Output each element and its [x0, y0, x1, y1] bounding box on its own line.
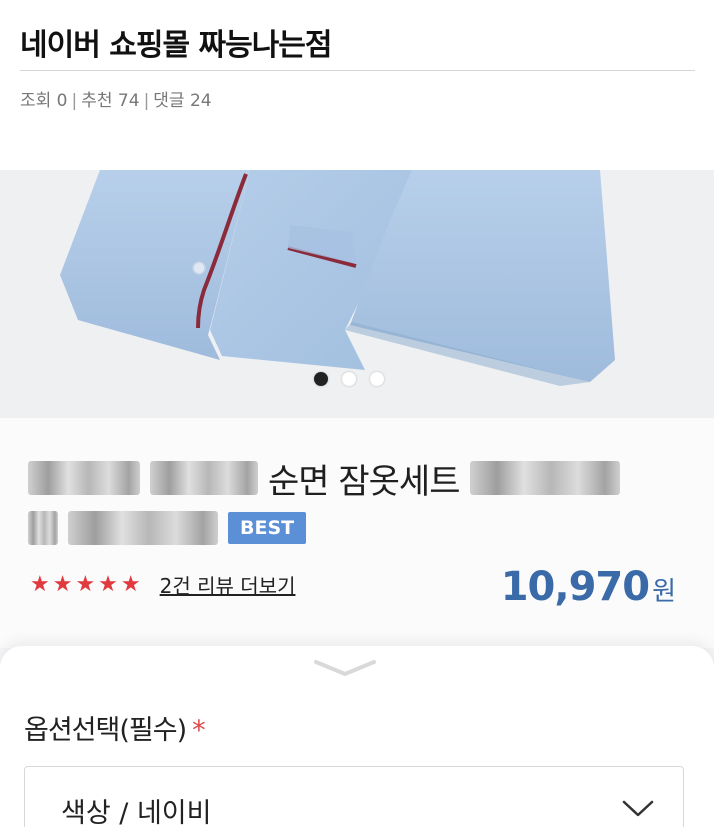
censored-text	[28, 461, 140, 495]
option-select[interactable]: 색상 / 네이비	[24, 766, 684, 827]
product-image	[0, 170, 714, 418]
chevron-down-icon	[622, 800, 654, 817]
option-label: 옵션선택(필수) *	[24, 708, 206, 747]
meta-separator: |	[143, 91, 150, 111]
chevron-down-icon[interactable]	[312, 656, 378, 680]
views-count: 조회 0	[20, 91, 68, 111]
carousel-dot[interactable]	[342, 372, 356, 386]
censored-text	[28, 511, 58, 545]
review-link[interactable]: 2건 리뷰 더보기	[160, 570, 296, 599]
price-value: 10,970	[500, 564, 650, 610]
censored-text	[150, 461, 258, 495]
carousel-dot[interactable]	[314, 372, 328, 386]
rating-row: ★★★★★ 2건 리뷰 더보기	[30, 570, 295, 599]
shirt-button	[192, 261, 206, 275]
censored-text	[469, 461, 620, 495]
meta-separator: |	[71, 91, 78, 111]
option-label-text: 옵션선택(필수)	[24, 715, 187, 746]
star-rating: ★★★★★	[30, 572, 144, 597]
required-mark: *	[192, 715, 205, 746]
embedded-shop-screenshot: 순면 잠옷세트 BEST ★★★★★ 2건 리뷰 더보기 10,970 원 옵션…	[0, 170, 714, 827]
post-title: 네이버 쇼핑몰 짜능나는점	[20, 28, 333, 63]
option-selected-value: 색상 / 네이비	[61, 798, 212, 827]
best-badge: BEST	[228, 512, 307, 544]
price-unit: 원	[652, 577, 676, 607]
option-panel: 옵션선택(필수) * 색상 / 네이비	[0, 646, 714, 827]
product-name-line-2: BEST	[28, 506, 307, 550]
product-name: 순면 잠옷세트	[268, 461, 460, 502]
title-divider	[20, 70, 695, 71]
price: 10,970 원	[501, 564, 676, 610]
carousel-dot[interactable]	[370, 372, 384, 386]
product-info: 순면 잠옷세트 BEST ★★★★★ 2건 리뷰 더보기 10,970 원	[0, 418, 714, 648]
recommend-count: 추천 74	[81, 91, 140, 111]
post-header: 네이버 쇼핑몰 짜능나는점 조회 0 | 추천 74 | 댓글 24	[20, 0, 695, 111]
carousel-dots	[314, 372, 384, 386]
censored-text	[68, 511, 218, 545]
product-name-line-1: 순면 잠옷세트	[28, 456, 620, 502]
post-meta: 조회 0 | 추천 74 | 댓글 24	[20, 86, 212, 111]
comments-count: 댓글 24	[153, 91, 212, 111]
